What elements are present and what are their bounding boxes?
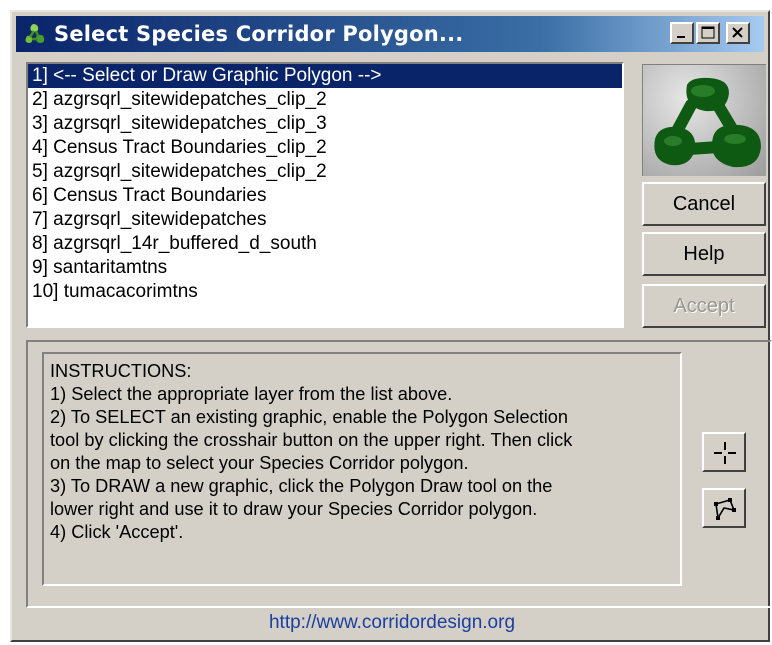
select-species-corridor-dialog: Select Species Corridor Polygon... 1] <-… (10, 10, 772, 642)
instruction-line: 3) To DRAW a new graphic, click the Poly… (50, 476, 553, 496)
minimize-icon (677, 36, 685, 38)
title-bar[interactable]: Select Species Corridor Polygon... (16, 16, 764, 52)
list-item[interactable]: 7] azgrsqrl_sitewidepatches (28, 208, 622, 232)
maximize-icon (701, 26, 715, 39)
corridordesign-link[interactable]: http://www.corridordesign.org (12, 612, 772, 634)
list-item[interactable]: 10] tumacacorimtns (28, 280, 622, 304)
list-item[interactable]: 9] santaritamtns (28, 256, 622, 280)
polygon-draw-tool-button[interactable] (702, 488, 746, 528)
instructions-heading: INSTRUCTIONS: (50, 361, 192, 381)
list-item[interactable]: 8] azgrsqrl_14r_buffered_d_south (28, 232, 622, 256)
corridor-logo-image (642, 64, 766, 176)
instruction-line: tool by clicking the crosshair button on… (50, 430, 573, 450)
instruction-line: 2) To SELECT an existing graphic, enable… (50, 407, 568, 427)
instruction-line: 4) Click 'Accept'. (50, 522, 184, 542)
list-item[interactable]: 4] Census Tract Boundaries_clip_2 (28, 136, 622, 160)
instruction-line: lower right and use it to draw your Spec… (50, 499, 538, 519)
close-button[interactable] (726, 22, 750, 44)
polygon-select-tool-button[interactable] (702, 432, 746, 472)
window-title: Select Species Corridor Polygon... (54, 22, 464, 46)
instruction-line: on the map to select your Species Corrid… (50, 453, 469, 473)
minimize-button[interactable] (670, 22, 694, 44)
list-item[interactable]: 5] azgrsqrl_sitewidepatches_clip_2 (28, 160, 622, 184)
help-button[interactable]: Help (642, 232, 766, 276)
list-item[interactable]: 3] azgrsqrl_sitewidepatches_clip_3 (28, 112, 622, 136)
list-item[interactable]: 6] Census Tract Boundaries (28, 184, 622, 208)
instructions-panel: INSTRUCTIONS: 1) Select the appropriate … (42, 352, 682, 586)
instruction-line: 1) Select the appropriate layer from the… (50, 384, 453, 404)
maximize-button[interactable] (696, 22, 720, 44)
list-item[interactable]: 1] <-- Select or Draw Graphic Polygon --… (28, 64, 622, 88)
accept-button[interactable]: Accept (642, 284, 766, 328)
cancel-button[interactable]: Cancel (642, 182, 766, 226)
list-item[interactable]: 2] azgrsqrl_sitewidepatches_clip_2 (28, 88, 622, 112)
corridor-app-icon (22, 22, 48, 46)
close-icon (732, 27, 743, 38)
crosshair-icon (714, 442, 736, 464)
layer-listbox[interactable]: 1] <-- Select or Draw Graphic Polygon --… (26, 62, 624, 328)
polygon-draw-icon (714, 498, 736, 521)
